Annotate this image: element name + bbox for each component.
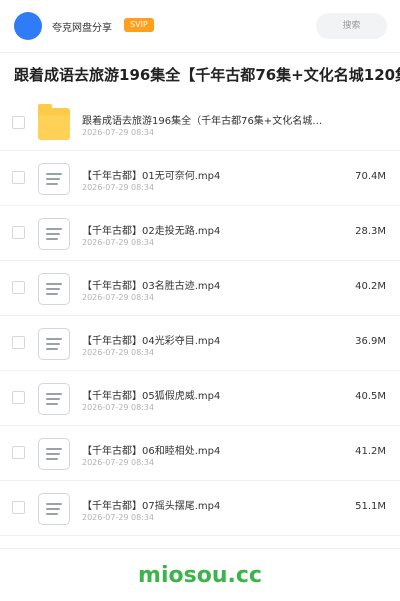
- select-checkbox[interactable]: [12, 391, 25, 404]
- file-date: 2026-07-29 08:34: [82, 348, 155, 357]
- file-name[interactable]: 【千年古都】04光彩夺目.mp4: [82, 332, 282, 347]
- file-name[interactable]: 跟着成语去旅游196集全（千年古都76集+文化名城…: [82, 112, 342, 127]
- select-checkbox[interactable]: [12, 171, 25, 184]
- username: 夸克网盘分享: [52, 23, 112, 34]
- file-date: 2026-07-29 08:34: [82, 293, 155, 302]
- file-row[interactable]: 【千年古都】04光彩夺目.mp4 2026-07-29 08:34 36.9M: [0, 316, 400, 371]
- select-checkbox[interactable]: [12, 336, 25, 349]
- file-name[interactable]: 【千年古都】07摇头摆尾.mp4: [82, 497, 282, 512]
- file-size: 36.9M: [355, 336, 386, 347]
- document-icon: [38, 273, 70, 305]
- footer: miosou.cc: [0, 548, 400, 601]
- document-icon: [38, 493, 70, 525]
- file-name[interactable]: 【千年古都】06和睦相处.mp4: [82, 442, 282, 457]
- search-input[interactable]: 搜索: [316, 13, 387, 39]
- file-row[interactable]: 【千年古都】01无可奈何.mp4 2026-07-29 08:34 70.4M: [0, 151, 400, 206]
- file-size: 41.2M: [355, 446, 386, 457]
- file-size: 40.5M: [355, 391, 386, 402]
- file-size: 70.4M: [355, 171, 386, 182]
- file-row[interactable]: 【千年古都】02走投无路.mp4 2026-07-29 08:34 28.3M: [0, 206, 400, 261]
- document-icon: [38, 163, 70, 195]
- page-title: 跟着成语去旅游196集全【千年古都76集+文化名城120集】: [14, 66, 400, 84]
- file-list: 跟着成语去旅游196集全（千年古都76集+文化名城… 2026-07-29 08:…: [0, 96, 400, 536]
- file-row[interactable]: 【千年古都】03名胜古迹.mp4 2026-07-29 08:34 40.2M: [0, 261, 400, 316]
- avatar[interactable]: [14, 12, 42, 40]
- file-size: 51.1M: [355, 501, 386, 512]
- file-date: 2026-07-29 08:34: [82, 183, 155, 192]
- select-checkbox[interactable]: [12, 446, 25, 459]
- folder-icon: [38, 104, 70, 140]
- file-name[interactable]: 【千年古都】05狐假虎威.mp4: [82, 387, 282, 402]
- file-name[interactable]: 【千年古都】02走投无路.mp4: [82, 222, 282, 237]
- file-date: 2026-07-29 08:34: [82, 403, 155, 412]
- select-checkbox[interactable]: [12, 226, 25, 239]
- file-size: 40.2M: [355, 281, 386, 292]
- file-row[interactable]: 【千年古都】05狐假虎威.mp4 2026-07-29 08:34 40.5M: [0, 371, 400, 426]
- select-checkbox[interactable]: [12, 281, 25, 294]
- document-icon: [38, 218, 70, 250]
- file-name[interactable]: 【千年古都】01无可奈何.mp4: [82, 167, 282, 182]
- select-checkbox[interactable]: [12, 116, 25, 129]
- file-date: 2026-07-29 08:34: [82, 128, 155, 137]
- document-icon: [38, 328, 70, 360]
- document-icon: [38, 438, 70, 470]
- file-date: 2026-07-29 08:34: [82, 513, 155, 522]
- top-bar: 夸克网盘分享 SVIP 搜索: [0, 0, 400, 53]
- file-row[interactable]: 【千年古都】06和睦相处.mp4 2026-07-29 08:34 41.2M: [0, 426, 400, 481]
- folder-row[interactable]: 跟着成语去旅游196集全（千年古都76集+文化名城… 2026-07-29 08:…: [0, 96, 400, 151]
- file-row[interactable]: 【千年古都】07摇头摆尾.mp4 2026-07-29 08:34 51.1M: [0, 481, 400, 536]
- watermark-text: miosou.cc: [138, 563, 262, 588]
- file-date: 2026-07-29 08:34: [82, 458, 155, 467]
- file-name[interactable]: 【千年古都】03名胜古迹.mp4: [82, 277, 282, 292]
- document-icon: [38, 383, 70, 415]
- file-size: 28.3M: [355, 226, 386, 237]
- file-date: 2026-07-29 08:34: [82, 238, 155, 247]
- select-checkbox[interactable]: [12, 501, 25, 514]
- svip-badge: SVIP: [124, 18, 154, 32]
